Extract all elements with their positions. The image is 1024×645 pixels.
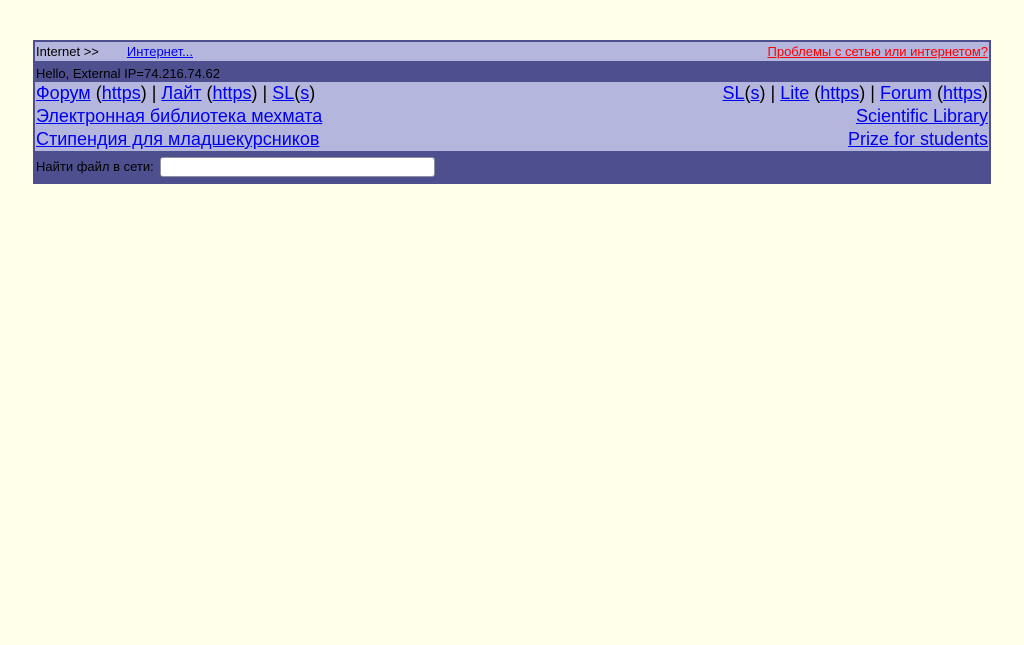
top-bar: Internet >> Интернет... Проблемы с сетью… <box>35 42 989 61</box>
scholarship-link[interactable]: Стипендия для младшекурсников <box>36 129 319 150</box>
search-bar: Найти файл в сети: <box>35 151 989 182</box>
mechmath-library-link[interactable]: Электронная библиотека мехмата <box>36 106 322 127</box>
sl-en-s-link[interactable]: s <box>751 83 760 103</box>
lite-ru-https-link[interactable]: https <box>213 83 252 103</box>
nav-row-3: Стипендия для младшекурсников Prize for … <box>35 128 989 151</box>
nav-row-1: Форум (https) | Лайт (https) | SL(s) SL(… <box>35 82 989 105</box>
prize-for-students-link[interactable]: Prize for students <box>848 129 988 150</box>
nav-right-group: SL(s) | Lite (https) | Forum (https) <box>722 83 988 103</box>
hello-bar: Hello, External IP=74.216.74.62 <box>35 61 989 82</box>
forum-ru-link[interactable]: Форум <box>36 83 91 103</box>
file-search-input[interactable] <box>159 156 435 177</box>
forum-en-link[interactable]: Forum <box>880 83 932 103</box>
sl-ru-link[interactable]: SL <box>272 83 294 103</box>
internet-link[interactable]: Интернет... <box>127 44 193 59</box>
search-label: Найти файл в сети: <box>36 159 154 174</box>
lite-ru-link[interactable]: Лайт <box>161 83 201 103</box>
external-ip-text: Hello, External IP=74.216.74.62 <box>36 65 220 81</box>
nav-row-2: Электронная библиотека мехмата Scientifi… <box>35 105 989 128</box>
nav-left-group: Форум (https) | Лайт (https) | SL(s) <box>36 83 316 103</box>
header-panel: Internet >> Интернет... Проблемы с сетью… <box>33 40 991 184</box>
scientific-library-link[interactable]: Scientific Library <box>856 106 988 127</box>
sl-en-link[interactable]: SL <box>723 83 745 103</box>
sl-ru-s-link[interactable]: s <box>300 83 309 103</box>
lite-en-link[interactable]: Lite <box>780 83 809 103</box>
network-problems-link[interactable]: Проблемы с сетью или интернетом? <box>768 44 989 59</box>
forum-en-https-link[interactable]: https <box>943 83 982 103</box>
internet-label: Internet >> <box>36 44 99 59</box>
forum-ru-https-link[interactable]: https <box>102 83 141 103</box>
top-bar-left: Internet >> Интернет... <box>36 44 193 59</box>
lite-en-https-link[interactable]: https <box>820 83 859 103</box>
